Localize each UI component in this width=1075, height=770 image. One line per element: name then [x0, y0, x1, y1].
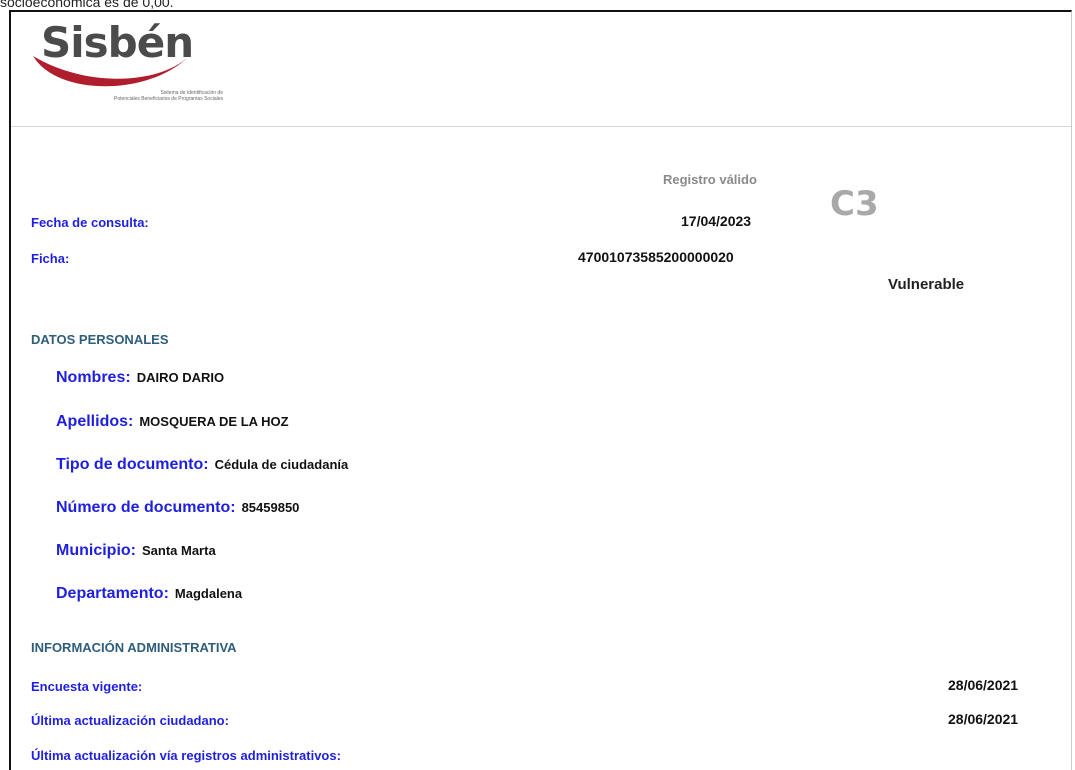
field-value: MOSQUERA DE LA HOZ [139, 414, 289, 429]
previous-page-text: socioeconómica es de 0,00. [0, 0, 174, 10]
field-municipio: Municipio: Santa Marta [56, 542, 216, 560]
ultima-actualizacion-ciudadano-label: Última actualización ciudadano: [31, 713, 229, 728]
fecha-consulta-label: Fecha de consulta: [31, 215, 149, 230]
field-value: 85459850 [241, 500, 300, 515]
logo-wordmark: Sisbén [41, 18, 194, 67]
field-label: Nombres: [56, 369, 131, 386]
field-value: DAIRO DARIO [136, 370, 225, 385]
fecha-consulta-value: 17/04/2023 [681, 213, 752, 229]
ficha-label: Ficha: [31, 251, 70, 266]
field-apellidos: Apellidos: MOSQUERA DE LA HOZ [56, 413, 289, 431]
field-value: Magdalena [174, 586, 243, 601]
logo-tagline: Sistema de Identificación de Potenciales… [33, 90, 223, 102]
grupo-sisben-badge: C3 [830, 184, 879, 224]
field-label: Número de documento: [56, 499, 236, 516]
clasificacion-label: Vulnerable [888, 276, 965, 293]
ultima-actualizacion-registros-label: Última actualización vía registros admin… [31, 748, 341, 763]
informacion-administrativa-title: INFORMACIÓN ADMINISTRATIVA [31, 640, 237, 655]
encuesta-vigente-value: 28/06/2021 [948, 677, 1019, 693]
sisben-logo: Sisbén Sistema de Identificación de Pote… [27, 18, 223, 118]
field-tipo-documento: Tipo de documento: Cédula de ciudadanía [56, 456, 348, 474]
field-label: Municipio: [56, 542, 136, 559]
field-value: Cédula de ciudadanía [214, 457, 349, 472]
ficha-value: 47001073585200000020 [578, 249, 734, 265]
ultima-actualizacion-ciudadano-value: 28/06/2021 [948, 711, 1019, 727]
field-nombres: Nombres: DAIRO DARIO [56, 369, 224, 387]
datos-personales-title: DATOS PERSONALES [31, 332, 169, 347]
field-value: Santa Marta [141, 543, 216, 558]
field-departamento: Departamento: Magdalena [56, 585, 242, 603]
encuesta-vigente-label: Encuesta vigente: [31, 679, 143, 694]
field-label: Tipo de documento: [56, 456, 209, 473]
sisben-certificate: Sisbén Sistema de Identificación de Pote… [9, 10, 1072, 770]
field-label: Apellidos: [56, 413, 134, 430]
field-numero-documento: Número de documento: 85459850 [56, 499, 299, 517]
registro-status: Registro válido [663, 172, 757, 187]
field-label: Departamento: [56, 585, 169, 602]
logo-tagline-line2: Potenciales Beneficiarios de Programas S… [114, 96, 223, 102]
header-divider [11, 126, 1071, 127]
